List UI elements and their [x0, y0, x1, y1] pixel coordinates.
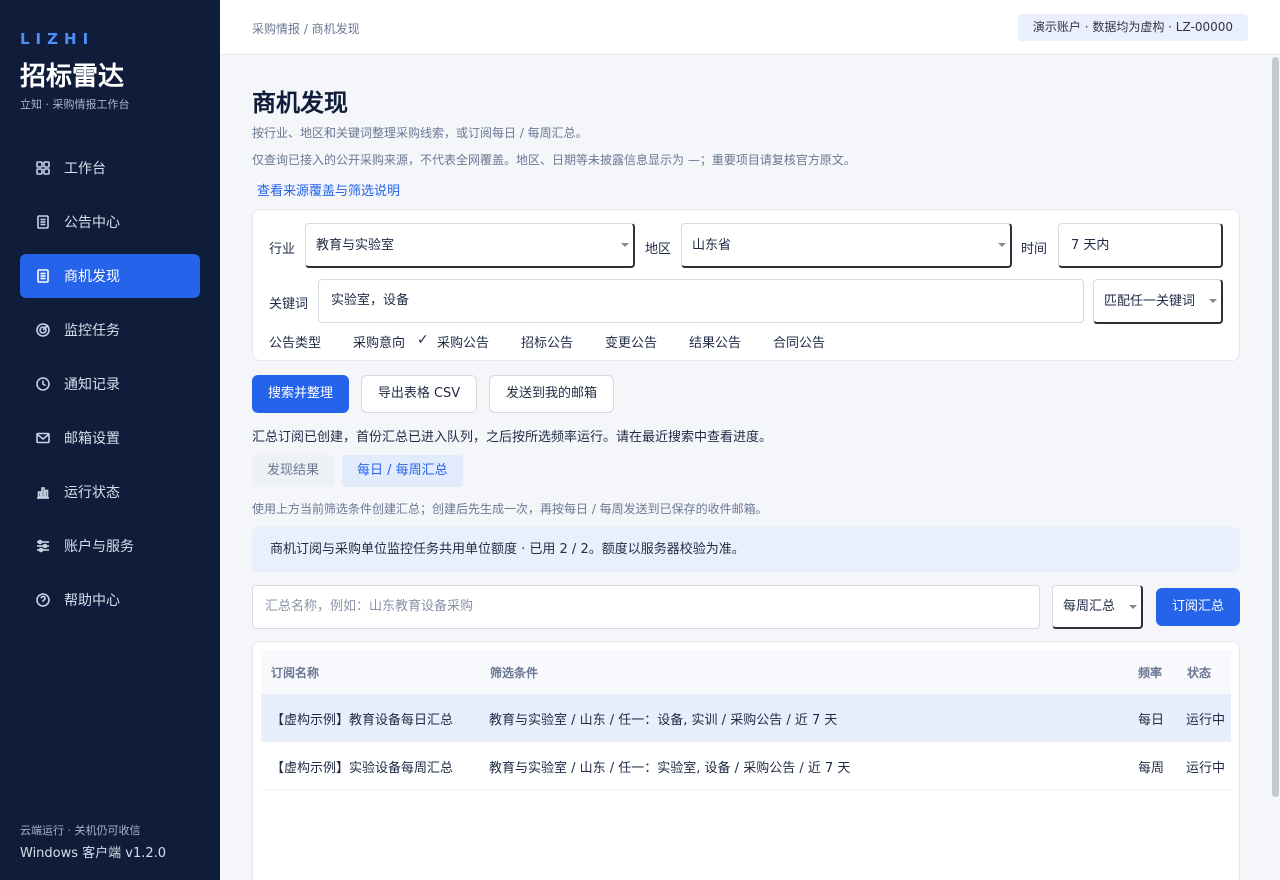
- sidebar: LIZHI 招标雷达 立知 · 采购情报工作台 工作台 公告中心 商机发现 监控…: [0, 0, 220, 880]
- success-notice: 汇总订阅已创建，首份汇总已进入队列，之后按所选频率运行。请在最近搜索中查看进度。: [252, 430, 773, 445]
- region-value: 山东省: [692, 238, 732, 253]
- grid-icon: [34, 159, 52, 177]
- sidebar-item-dashboard[interactable]: 工作台: [20, 146, 200, 190]
- sidebar-item-status[interactable]: 运行状态: [20, 470, 200, 514]
- chevron-down-icon: [998, 243, 1006, 247]
- type-option-procurement[interactable]: 采购公告: [437, 332, 489, 351]
- subscription-frequency: 每周: [1138, 761, 1165, 776]
- breadcrumb: 采购情报 / 商机发现: [252, 22, 360, 36]
- keyword-label: 关键词: [269, 297, 309, 312]
- sidebar-nav: 工作台 公告中心 商机发现 监控任务 通知记录 邮箱设置 运行状态 账户与服务: [20, 146, 200, 632]
- type-option-result[interactable]: 结果公告: [689, 332, 741, 351]
- brand-wordmark: LIZHI: [20, 30, 95, 48]
- subscription-filters: 教育与实验室 / 山东 / 任一：设备, 实训 / 采购公告 / 近 7 天: [489, 713, 838, 728]
- type-option-intent[interactable]: 采购意向: [353, 332, 405, 351]
- subscription-status: 运行中: [1186, 713, 1226, 728]
- page-title: 商机发现: [252, 89, 348, 117]
- sidebar-item-help[interactable]: 帮助中心: [20, 578, 200, 622]
- export-csv-button[interactable]: 导出表格 CSV: [361, 375, 477, 413]
- chevron-down-icon: [1129, 605, 1137, 609]
- target-icon: [34, 321, 52, 339]
- sidebar-item-label: 公告中心: [64, 215, 120, 231]
- digest-hint: 使用上方当前筛选条件创建汇总；创建后先生成一次，再按每日 / 每周发送到已保存的…: [252, 502, 768, 516]
- mail-icon: [34, 429, 52, 447]
- client-version: Windows 客户端 v1.2.0: [20, 846, 167, 861]
- subscribe-button[interactable]: 订阅汇总: [1156, 588, 1240, 626]
- sidebar-item-label: 工作台: [64, 161, 106, 177]
- sidebar-item-opportunities[interactable]: 商机发现: [20, 254, 200, 298]
- sidebar-item-account[interactable]: 账户与服务: [20, 524, 200, 568]
- frequency-select[interactable]: 每周汇总: [1052, 585, 1143, 629]
- keyword-input[interactable]: 实验室，设备: [318, 279, 1084, 323]
- sidebar-item-mail-settings[interactable]: 邮箱设置: [20, 416, 200, 460]
- match-mode-select[interactable]: 匹配任一关键词: [1093, 279, 1223, 324]
- industry-value: 教育与实验室: [316, 238, 395, 253]
- checkmark-icon: ✓: [417, 332, 429, 348]
- help-icon: [34, 591, 52, 609]
- scrollbar[interactable]: [1271, 55, 1280, 880]
- industry-label: 行业: [269, 242, 296, 257]
- subscription-table: 订阅名称 筛选条件 频率 状态 【虚构示例】教育设备每日汇总 教育与实验室 / …: [252, 641, 1240, 880]
- region-select[interactable]: 山东省: [681, 223, 1012, 268]
- sidebar-item-label: 邮箱设置: [64, 431, 120, 447]
- time-label: 时间: [1021, 242, 1048, 257]
- document-icon: [34, 213, 52, 231]
- subscription-name: 【虚构示例】实验设备每周汇总: [271, 761, 454, 776]
- industry-select[interactable]: 教育与实验室: [305, 223, 635, 268]
- page-disclaimer: 仅查询已接入的公开采购来源，不代表全网覆盖。地区、日期等未披露信息显示为 —；重…: [252, 153, 856, 167]
- topbar: 采购情报 / 商机发现 演示账户 · 数据均为虚构 · LZ-00000: [220, 0, 1280, 55]
- bar-chart-icon: [34, 483, 52, 501]
- match-mode-value: 匹配任一关键词: [1104, 294, 1196, 309]
- time-select[interactable]: 7 天内: [1058, 223, 1223, 268]
- type-option-change[interactable]: 变更公告: [605, 332, 657, 351]
- subscription-frequency: 每日: [1138, 713, 1165, 728]
- sidebar-item-label: 监控任务: [64, 323, 120, 339]
- scrollbar-thumb[interactable]: [1272, 57, 1279, 797]
- table-header: 订阅名称 筛选条件 频率 状态: [261, 650, 1231, 694]
- account-badge: 演示账户 · 数据均为虚构 · LZ-00000: [1017, 14, 1248, 41]
- chevron-down-icon: [621, 243, 629, 247]
- sidebar-item-label: 通知记录: [64, 377, 120, 393]
- sidebar-item-announcements[interactable]: 公告中心: [20, 200, 200, 244]
- filter-panel: 行业 教育与实验室 地区 山东省 时间 7 天内 关键词 实验室，设备 匹配任一…: [252, 209, 1240, 361]
- cloud-status-text: 云端运行 · 关机仍可收信: [20, 824, 141, 837]
- search-button[interactable]: 搜索并整理: [252, 375, 349, 413]
- table-row[interactable]: 【虚构示例】教育设备每日汇总 教育与实验室 / 山东 / 任一：设备, 实训 /…: [261, 694, 1231, 742]
- time-value: 7 天内: [1071, 238, 1110, 253]
- subscription-status: 运行中: [1186, 761, 1226, 776]
- sliders-icon: [34, 537, 52, 555]
- tab-digest[interactable]: 每日 / 每周汇总: [342, 455, 463, 487]
- coverage-link[interactable]: 查看来源覆盖与筛选说明: [257, 180, 400, 199]
- column-header-filters: 筛选条件: [490, 666, 539, 680]
- column-header-status: 状态: [1187, 666, 1212, 680]
- column-header-frequency: 频率: [1138, 666, 1163, 680]
- digest-name-input[interactable]: 汇总名称，例如：山东教育设备采购: [252, 585, 1040, 629]
- region-label: 地区: [645, 242, 672, 257]
- quota-banner: 商机订阅与采购单位监控任务共用单位额度 · 已用 2 / 2。额度以服务器校验为…: [252, 527, 1240, 572]
- announcement-type-label: 公告类型: [269, 336, 322, 351]
- sidebar-item-monitors[interactable]: 监控任务: [20, 308, 200, 352]
- app-subtitle: 立知 · 采购情报工作台: [20, 98, 130, 111]
- type-option-tender[interactable]: 招标公告: [521, 332, 573, 351]
- clock-icon: [34, 375, 52, 393]
- app-title: 招标雷达: [20, 62, 125, 92]
- type-option-contract[interactable]: 合同公告: [773, 332, 825, 351]
- table-row[interactable]: 【虚构示例】实验设备每周汇总 教育与实验室 / 山东 / 任一：实验室, 设备 …: [261, 742, 1231, 790]
- send-email-button[interactable]: 发送到我的邮箱: [489, 375, 614, 413]
- frequency-value: 每周汇总: [1063, 599, 1116, 614]
- tab-results[interactable]: 发现结果: [252, 455, 335, 487]
- sidebar-item-label: 运行状态: [64, 485, 120, 501]
- chevron-down-icon: [1209, 299, 1217, 303]
- sidebar-item-label: 账户与服务: [64, 539, 134, 555]
- subscription-filters: 教育与实验室 / 山东 / 任一：实验室, 设备 / 采购公告 / 近 7 天: [489, 761, 851, 776]
- sidebar-item-label: 帮助中心: [64, 593, 120, 609]
- sidebar-item-label: 商机发现: [64, 269, 120, 285]
- document-icon: [34, 267, 52, 285]
- subscription-name: 【虚构示例】教育设备每日汇总: [271, 713, 454, 728]
- column-header-name: 订阅名称: [271, 666, 320, 680]
- page-description: 按行业、地区和关键词整理采购线索，或订阅每日 / 每周汇总。: [252, 126, 588, 140]
- sidebar-item-notifications[interactable]: 通知记录: [20, 362, 200, 406]
